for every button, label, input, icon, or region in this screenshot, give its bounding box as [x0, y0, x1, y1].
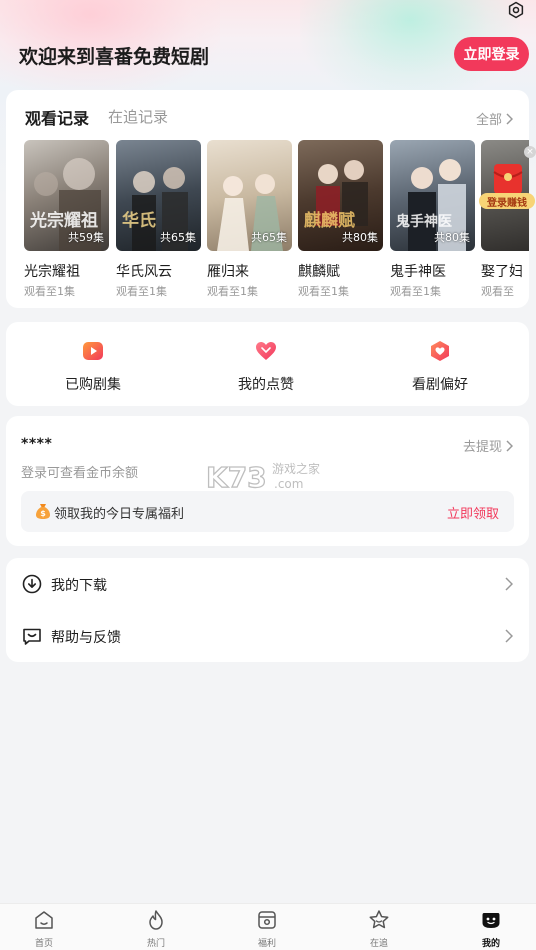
watch-progress: 观看至1集: [24, 285, 75, 298]
history-list: 光宗耀祖 共59集 光宗耀祖 观看至1集 华氏 共65集 华氏风云 观看至1集: [24, 140, 529, 308]
flame-icon: [149, 910, 163, 930]
download-icon: [22, 574, 42, 594]
tab-following-history[interactable]: 在追记录: [108, 106, 168, 127]
watch-preference-button[interactable]: 看剧偏好: [380, 340, 500, 394]
tab-label: 首页: [34, 939, 53, 949]
heart-icon: [256, 342, 276, 360]
tab-hot[interactable]: 热门: [126, 909, 186, 949]
play-ticket-icon: [83, 342, 103, 360]
watermark-domain: .com: [274, 477, 303, 491]
menu-label: 帮助与反馈: [51, 630, 121, 646]
watch-progress: 观看至1集: [298, 285, 349, 298]
show-title[interactable]: 雁归来: [207, 261, 249, 281]
tab-following[interactable]: 在追: [349, 909, 409, 949]
episode-count: 共59集: [68, 231, 104, 244]
bottom-tab-bar: 首页 热门 福利 在追 我的: [0, 903, 536, 950]
menu-label: 我的下载: [51, 578, 107, 594]
poster-thumbnail[interactable]: 麒麟赋 共80集: [298, 140, 383, 251]
tab-profile[interactable]: 我的: [461, 909, 521, 949]
preference-heart-icon: [431, 341, 449, 361]
episode-count: 共80集: [434, 231, 470, 244]
show-title[interactable]: 麒麟赋: [298, 261, 340, 281]
watch-progress: 观看至1集: [116, 285, 167, 298]
tab-label: 福利: [257, 939, 276, 949]
svg-text:$: $: [40, 509, 46, 518]
login-button[interactable]: 立即登录: [454, 37, 529, 71]
star-icon: [369, 910, 389, 929]
quick-label: 已购剧集: [65, 377, 121, 393]
poster-thumbnail[interactable]: 华氏 共65集: [116, 140, 201, 251]
poster-thumbnail[interactable]: 光宗耀祖 共59集: [24, 140, 109, 251]
login-earn-badge[interactable]: 登录赚钱: [479, 193, 535, 209]
menu-item-help-feedback[interactable]: 帮助与反馈: [6, 610, 529, 662]
tab-home[interactable]: 首页: [14, 909, 74, 949]
episode-count: 共65集: [160, 231, 196, 244]
profile-page: 欢迎来到喜番免费短剧 立即登录 观看记录 在追记录 全部 光宗耀祖 共59集 光…: [0, 0, 536, 950]
home-icon: [35, 911, 53, 929]
poster-art-title: 光宗耀祖: [30, 211, 98, 231]
poster-thumbnail[interactable]: 鬼手神医 共80集: [390, 140, 475, 251]
purchased-episodes-button[interactable]: 已购剧集: [33, 340, 153, 394]
menu-item-downloads[interactable]: 我的下载: [6, 558, 529, 610]
watch-progress: 观看至1集: [207, 285, 258, 298]
k73-watermark-logo: K73 游戏之家 .com: [206, 460, 320, 494]
chevron-right-icon: [505, 577, 513, 591]
show-title[interactable]: 娶了妇: [481, 261, 523, 281]
view-all-label: 全部: [475, 113, 502, 128]
episode-count: 共65集: [251, 231, 287, 244]
show-title[interactable]: 鬼手神医: [390, 261, 446, 281]
chevron-right-icon: [505, 629, 513, 643]
tab-label: 我的: [481, 939, 500, 949]
history-card: 观看记录 在追记录 全部 光宗耀祖 共59集 光宗耀祖 观看至1集 华氏 共65…: [6, 90, 529, 308]
close-badge-button[interactable]: ×: [524, 146, 536, 158]
withdraw-link[interactable]: 去提现: [463, 436, 513, 455]
settings-icon[interactable]: [507, 1, 525, 19]
show-title[interactable]: 华氏风云: [116, 261, 172, 281]
poster-art-title: 鬼手神医: [396, 214, 452, 230]
watch-progress: 观看至1集: [390, 285, 441, 298]
benefit-text: 领取我的今日专属福利: [54, 507, 185, 522]
quick-label: 我的点赞: [238, 377, 294, 393]
poster-thumbnail[interactable]: 共65集: [207, 140, 292, 251]
my-likes-button[interactable]: 我的点赞: [206, 340, 326, 394]
quick-label: 看剧偏好: [412, 377, 468, 393]
view-all-link[interactable]: 全部: [476, 109, 513, 128]
poster-art-title: 华氏: [122, 211, 156, 231]
withdraw-label: 去提现: [462, 440, 502, 455]
chevron-right-icon: [506, 439, 513, 452]
chevron-right-icon: [506, 112, 513, 125]
watch-progress: 观看至: [481, 285, 514, 298]
tab-benefits[interactable]: 福利: [237, 909, 297, 949]
show-title[interactable]: 光宗耀祖: [24, 261, 80, 281]
tab-label: 热门: [146, 939, 165, 949]
daily-benefit-bar[interactable]: $ 领取我的今日专属福利 立即领取: [21, 491, 514, 532]
watermark-brand: K73: [206, 461, 267, 494]
poster-art-title: 麒麟赋: [304, 211, 355, 231]
claim-now-button[interactable]: 立即领取: [447, 503, 499, 522]
money-bag-icon: $: [36, 504, 50, 519]
profile-icon: [482, 913, 500, 928]
coin-hint: 登录可查看金币余额: [21, 466, 139, 481]
feedback-icon: [23, 628, 41, 645]
welcome-title: 欢迎来到喜番免费短剧: [19, 46, 210, 68]
coin-balance: ****: [21, 436, 53, 452]
gift-icon: [258, 911, 276, 929]
settings-menu-card: 我的下载 帮助与反馈: [6, 558, 529, 662]
quick-actions-card: 已购剧集 我的点赞 看剧偏好: [6, 322, 529, 406]
watermark-cn: 游戏之家: [272, 461, 320, 476]
episode-count: 共80集: [342, 231, 378, 244]
tab-watch-history[interactable]: 观看记录: [25, 105, 89, 129]
tab-label: 在追: [369, 939, 388, 949]
